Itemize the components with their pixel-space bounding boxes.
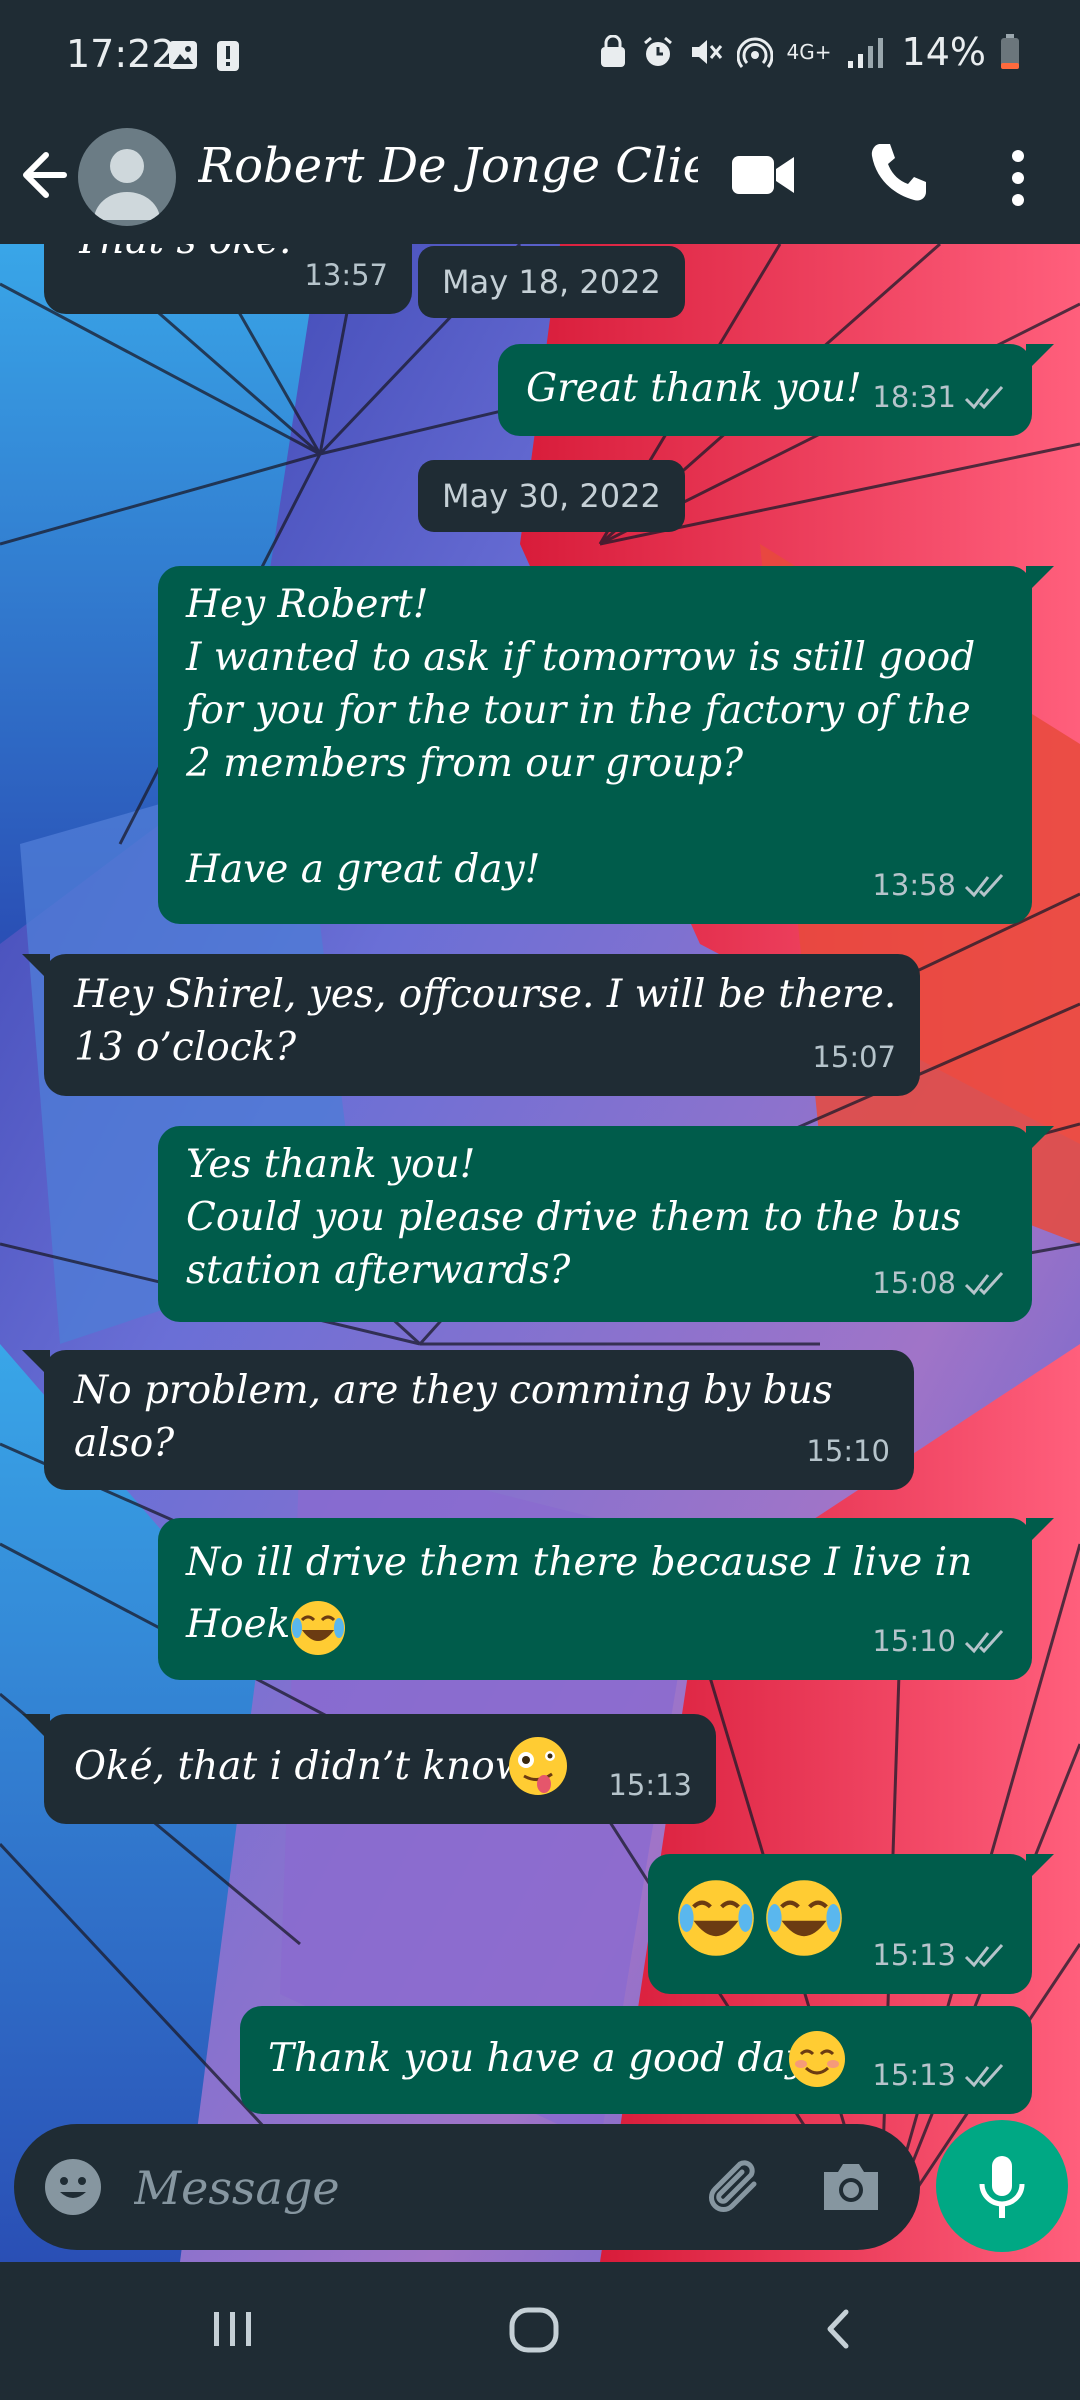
status-time: 17:22 — [66, 32, 176, 76]
message-time: 15:10 — [806, 1434, 890, 1468]
message-bubble-incoming[interactable]: No problem, are they comming by bus also… — [22, 1350, 914, 1490]
status-bar: 17:22 4G+ 14% — [0, 0, 1080, 110]
avatar[interactable] — [78, 128, 176, 226]
recents-icon[interactable] — [206, 2302, 260, 2356]
message-time: 13:57 — [304, 258, 388, 292]
message-text: That’s oke. — [74, 244, 291, 267]
video-call-icon[interactable] — [730, 152, 796, 198]
message-text: Thank you have a good day — [268, 2036, 808, 2081]
message-time: 15:13 — [872, 1938, 956, 1972]
message-bubble-outgoing[interactable]: 15:13 — [648, 1854, 1054, 1994]
message-time: 15:07 — [812, 1040, 896, 1074]
read-ticks-icon — [964, 1271, 1004, 1295]
message-time: 15:13 — [872, 2058, 956, 2092]
message-bubble-outgoing[interactable]: Thank you have a good day 15:13 — [240, 2006, 1032, 2114]
gallery-icon — [169, 41, 197, 69]
message-meta: 15:13 — [608, 1759, 692, 1812]
tears-of-joy-emoji — [291, 1601, 345, 1655]
message-composer — [14, 2124, 920, 2250]
emoji-icon[interactable] — [42, 2156, 104, 2218]
bubble-tail — [1026, 344, 1054, 372]
mic-button[interactable] — [936, 2120, 1068, 2252]
back-icon[interactable] — [818, 2302, 858, 2356]
message-input[interactable] — [132, 2148, 696, 2228]
chat-area[interactable]: That’s oke. 13:57 May 18, 2022 Great tha… — [0, 244, 1080, 2262]
read-ticks-icon — [964, 2063, 1004, 2087]
camera-icon[interactable] — [820, 2158, 882, 2214]
lock-icon — [600, 35, 625, 67]
bubble-tail — [22, 1714, 50, 1742]
message-bubble-incoming[interactable]: Hey Shirel, yes, offcourse. I will be th… — [22, 954, 920, 1096]
bubble-tail — [22, 1350, 50, 1378]
bubble-tail — [22, 954, 50, 982]
message-meta: 15:10 — [872, 1615, 1008, 1668]
contact-name[interactable]: Robert De Jonge Clie... — [198, 138, 698, 194]
mute-icon — [691, 40, 722, 64]
network-type: 4G+ — [786, 40, 832, 64]
message-time: 13:58 — [872, 868, 956, 902]
message-meta: 15:13 — [872, 1929, 1008, 1982]
read-ticks-icon — [964, 873, 1004, 897]
message-time: 15:08 — [872, 1266, 956, 1300]
message-meta: 15:10 — [806, 1425, 890, 1478]
message-bubble-incoming[interactable]: That’s oke. 13:57 — [44, 244, 412, 314]
hotspot-icon — [736, 37, 773, 68]
message-time: 18:31 — [872, 380, 956, 414]
battery-icon — [1001, 34, 1019, 69]
message-text: Great thank you! — [526, 366, 862, 411]
message-time: 15:10 — [872, 1624, 956, 1658]
alert-icon — [217, 41, 239, 71]
bubble-tail — [1026, 1854, 1054, 1882]
bubble-tail — [1026, 566, 1054, 594]
mic-icon — [979, 2156, 1025, 2218]
message-bubble-outgoing[interactable]: Yes thank you! Could you please drive th… — [158, 1126, 1054, 1322]
message-bubble-outgoing[interactable]: No ill drive them there because I live i… — [158, 1518, 1054, 1680]
zany-face-emoji — [509, 1737, 567, 1795]
message-text: No problem, are they comming by bus also… — [74, 1368, 846, 1466]
avatar-icon — [94, 149, 160, 220]
smiling-face-emoji — [789, 2031, 845, 2087]
message-bubble-outgoing[interactable]: Hey Robert! I wanted to ask if tomorrow … — [158, 566, 1054, 924]
read-ticks-icon — [964, 385, 1004, 409]
message-meta: 13:58 — [872, 859, 1008, 912]
message-meta: 15:08 — [872, 1257, 1008, 1310]
attach-icon[interactable] — [704, 2154, 774, 2220]
status-icons: 4G+ 14% — [599, 30, 1020, 74]
message-text: Hey Robert! I wanted to ask if tomorrow … — [186, 582, 976, 892]
read-ticks-icon — [964, 1943, 1004, 1967]
tears-of-joy-emoji — [678, 1880, 754, 1956]
kebab-menu-icon[interactable] — [1000, 146, 1036, 210]
bubble-tail — [1026, 1518, 1054, 1546]
message-meta: 13:57 — [304, 249, 388, 302]
message-text: Oké, that i didn’t know — [74, 1744, 529, 1789]
system-nav-bar — [0, 2262, 1080, 2400]
chat-header: Robert De Jonge Clie... — [0, 110, 1080, 244]
message-meta: 15:13 — [872, 2049, 1008, 2102]
voice-call-icon[interactable] — [868, 140, 928, 204]
alarm-icon — [643, 36, 672, 66]
battery-percent: 14% — [901, 30, 986, 74]
message-bubble-incoming[interactable]: Oké, that i didn’t know 15:13 — [22, 1714, 716, 1824]
home-icon[interactable] — [506, 2302, 562, 2358]
signal-icon — [847, 38, 883, 68]
read-ticks-icon — [964, 1629, 1004, 1653]
back-arrow-icon[interactable] — [18, 140, 74, 210]
bubble-tail — [1026, 1126, 1054, 1154]
date-divider: May 30, 2022 — [418, 460, 685, 532]
tears-of-joy-emoji — [766, 1880, 842, 1956]
message-bubble-outgoing[interactable]: Great thank you! 18:31 — [498, 344, 1054, 436]
message-meta: 15:07 — [812, 1031, 896, 1084]
date-divider: May 18, 2022 — [418, 246, 685, 318]
message-time: 15:13 — [608, 1768, 692, 1802]
message-text: Hey Shirel, yes, offcourse. I will be th… — [74, 972, 897, 1070]
message-meta: 18:31 — [872, 371, 1008, 424]
